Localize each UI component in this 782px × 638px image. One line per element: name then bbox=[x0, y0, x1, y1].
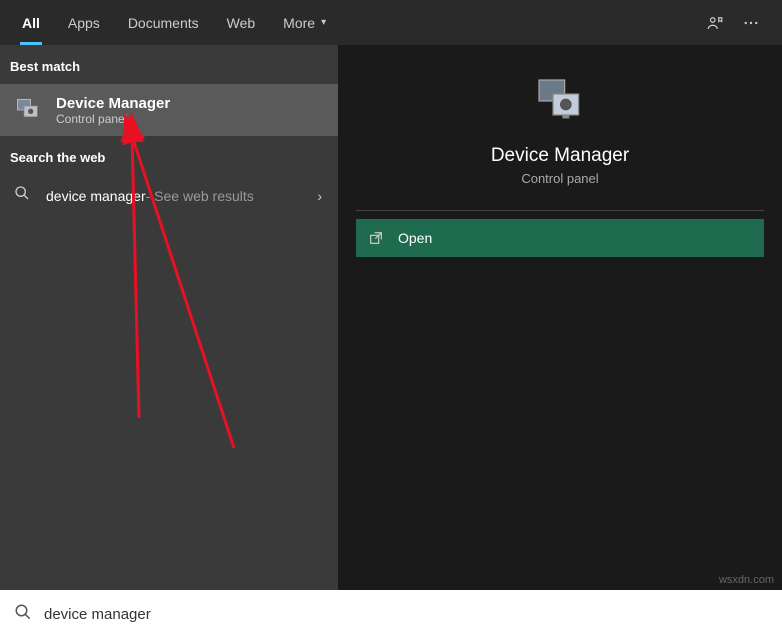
tab-more[interactable]: More ▾ bbox=[269, 0, 340, 45]
device-manager-icon-large bbox=[532, 73, 588, 129]
open-icon bbox=[368, 230, 384, 246]
result-subtitle: Control panel bbox=[56, 112, 170, 126]
watermark: wsxdn.com bbox=[719, 574, 774, 586]
search-input[interactable] bbox=[44, 606, 768, 623]
tab-all[interactable]: All bbox=[8, 0, 54, 45]
search-tabs: All Apps Documents Web More ▾ bbox=[8, 0, 340, 45]
tab-apps[interactable]: Apps bbox=[54, 0, 114, 45]
tab-more-label: More bbox=[283, 15, 315, 31]
device-manager-icon bbox=[10, 92, 46, 128]
main-content: Best match Device Manager Control panel … bbox=[0, 45, 782, 590]
preview-title: Device Manager bbox=[491, 145, 629, 167]
feedback-icon[interactable] bbox=[706, 14, 724, 32]
best-match-result[interactable]: Device Manager Control panel bbox=[0, 84, 338, 136]
result-title: Device Manager bbox=[56, 95, 170, 112]
search-icon bbox=[14, 603, 32, 626]
web-result[interactable]: device manager - See web results › bbox=[0, 175, 338, 216]
chevron-right-icon[interactable]: › bbox=[317, 188, 328, 204]
chevron-down-icon: ▾ bbox=[321, 17, 326, 28]
web-query: device manager bbox=[46, 188, 146, 204]
divider bbox=[356, 210, 764, 211]
best-match-label: Best match bbox=[0, 45, 338, 84]
web-hint: - See web results bbox=[146, 188, 254, 204]
open-action[interactable]: Open bbox=[356, 219, 764, 257]
tab-documents[interactable]: Documents bbox=[114, 0, 213, 45]
open-label: Open bbox=[398, 230, 432, 246]
best-match-text: Device Manager Control panel bbox=[56, 95, 170, 126]
preview-header: Device Manager Control panel bbox=[338, 63, 782, 204]
search-icon bbox=[14, 185, 34, 206]
search-bar bbox=[0, 590, 782, 638]
preview-panel: Device Manager Control panel Open bbox=[338, 45, 782, 590]
tab-web[interactable]: Web bbox=[213, 0, 270, 45]
more-options-icon[interactable] bbox=[742, 14, 760, 32]
preview-subtitle: Control panel bbox=[521, 171, 598, 186]
results-panel: Best match Device Manager Control panel … bbox=[0, 45, 338, 590]
top-bar: All Apps Documents Web More ▾ bbox=[0, 0, 782, 45]
search-web-label: Search the web bbox=[0, 136, 338, 175]
top-icons bbox=[706, 14, 774, 32]
